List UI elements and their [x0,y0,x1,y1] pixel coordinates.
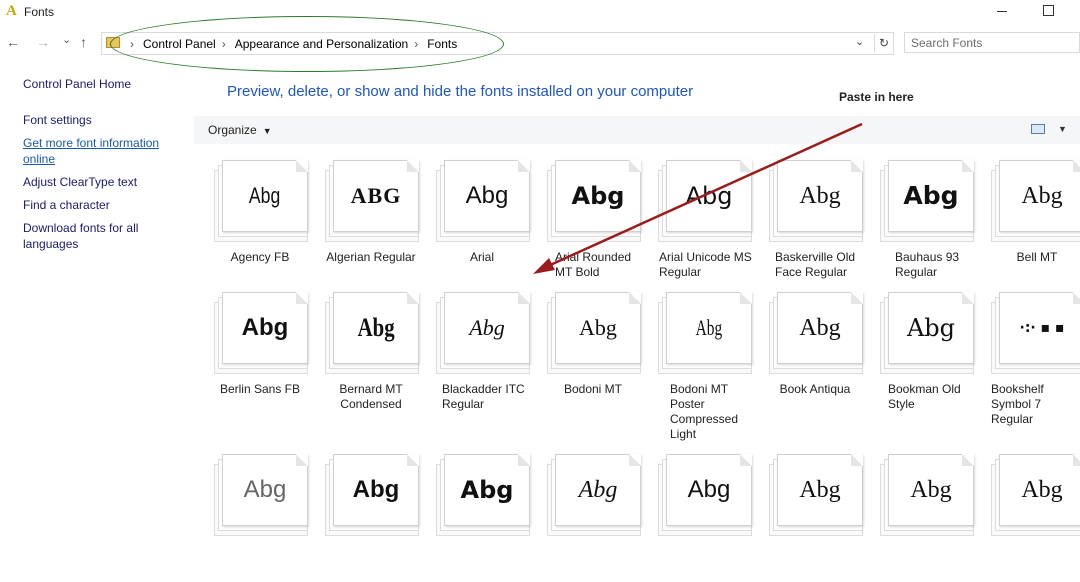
font-tile[interactable]: Abg [987,454,1080,582]
font-preview: Abg [357,313,395,342]
sidebar-link-control-panel-home[interactable]: Control Panel Home [23,76,183,92]
font-preview: Abg [579,315,617,340]
font-preview: ABG [350,183,402,208]
font-preview: Abg [799,183,841,209]
font-name-label: Blackadder ITC Regular [442,382,525,411]
font-preview: Abg [1021,183,1063,209]
font-name-label: Bell MT [1016,250,1058,264]
font-tile[interactable]: Abg Berlin Sans FB [210,292,320,420]
font-name-label: Baskerville Old Face Regular [775,250,856,279]
font-tile[interactable]: ·:· ▪ ▪ Bookshelf Symbol 7 Regular [987,292,1080,426]
command-bar: Organize ▼ ▼ [194,116,1080,144]
font-preview: Abg [906,314,956,342]
font-preview: Abg [799,477,841,503]
font-name-label: Bodoni MT Poster Compressed Light [670,382,739,441]
font-tile[interactable]: Abg Bauhaus 93 Regular [876,160,986,288]
font-tile[interactable]: Abg Arial Unicode MS Regular [654,160,764,288]
font-preview: Abg [460,476,514,504]
window-title: Fonts [24,5,55,19]
font-tile[interactable]: Abg Blackadder ITC Regular [432,292,542,420]
font-preview: Abg [352,476,400,503]
font-tile[interactable]: Abg Arial Rounded MT Bold [543,160,653,288]
forward-arrow-icon[interactable]: → [36,34,50,50]
fonts-app-icon: A [6,3,17,19]
search-input[interactable] [905,33,1079,52]
view-options-chevron-down-icon[interactable]: ▼ [1058,124,1067,134]
page-heading: Preview, delete, or show and hide the fo… [227,83,694,100]
font-preview: Abg [799,315,841,341]
font-name-label: Agency FB [230,250,290,264]
font-preview: Abg [249,183,281,208]
organize-menu-button[interactable]: Organize ▼ [208,123,272,137]
font-preview: Abg [903,181,959,210]
font-preview: Abg [1021,477,1063,503]
chevron-down-icon: ▼ [262,126,272,136]
font-preview: Abg [578,477,618,503]
recent-locations-chevron-icon[interactable]: ⌄ [62,32,71,48]
annotation-ellipse [110,16,504,72]
sidebar-link-more-font-info[interactable]: Get more font information online [23,135,168,167]
title-bar: A Fonts [0,0,1080,24]
font-preview: Abg [685,182,733,210]
font-tile[interactable]: Abg [654,454,764,582]
sidebar-link-adjust-cleartype[interactable]: Adjust ClearType text [23,174,183,190]
font-name-label: Bookman Old Style [888,382,961,411]
font-name-label: Berlin Sans FB [219,382,301,396]
font-tile[interactable]: Abg [321,454,431,582]
sidebar: Control Panel Home Font settings Get mor… [23,76,183,252]
font-tile[interactable]: Abg Bodoni MT Poster Compressed Light [654,292,764,441]
font-name-label: Bauhaus 93 Regular [895,250,960,279]
font-tile[interactable]: Abg [765,454,875,582]
font-preview: Abg [465,182,509,209]
font-tile[interactable]: Abg Baskerville Old Face Regular [765,160,875,288]
maximize-button[interactable] [1043,5,1054,16]
font-preview: Abg [241,314,289,341]
organize-label: Organize [208,123,257,137]
font-preview: ·:· ▪ ▪ [1019,320,1065,336]
font-name-label: Arial Unicode MS Regular [659,250,752,279]
font-preview: Abg [243,476,287,503]
up-arrow-icon[interactable]: ↑ [80,34,87,50]
back-arrow-icon[interactable]: ← [6,34,20,50]
font-preview: Abg [910,477,952,503]
font-preview: Abg [469,315,505,340]
font-tile[interactable]: Abg [210,454,320,582]
search-box[interactable] [904,32,1080,53]
font-preview: Abg [695,315,723,340]
change-view-icon[interactable] [1031,124,1045,134]
paste-annotation-label: Paste in here [839,90,914,104]
font-tile[interactable]: Abg [432,454,542,582]
minimize-button[interactable] [997,11,1007,12]
font-preview: Abg [687,476,731,503]
font-name-label: Bookshelf Symbol 7 Regular [991,382,1044,426]
font-tile[interactable]: Abg [543,454,653,582]
font-name-label: Book Antiqua [779,382,851,396]
refresh-icon[interactable]: ↻ [874,34,893,52]
font-tile[interactable]: ABG Algerian Regular [321,160,431,288]
font-name-label: Arial [469,250,494,264]
font-tile[interactable]: Abg Arial [432,160,542,288]
font-preview: Abg [571,182,625,210]
font-name-label: Bodoni MT [563,382,623,396]
font-tile[interactable]: Abg Bernard MT Condensed [321,292,431,420]
font-name-label: Arial Rounded MT Bold [555,250,632,279]
font-tile[interactable]: Abg Bookman Old Style [876,292,986,420]
font-tile[interactable]: Abg Bodoni MT [543,292,653,420]
font-tile[interactable]: Abg Agency FB [210,160,320,288]
address-dropdown-icon[interactable]: ⌄ [855,35,864,48]
font-tile[interactable]: Abg [876,454,986,582]
sidebar-link-font-settings[interactable]: Font settings [23,112,183,128]
font-name-label: Bernard MT Condensed [339,382,403,411]
font-name-label: Algerian Regular [326,250,416,264]
font-tile[interactable]: Abg Bell MT [987,160,1080,288]
sidebar-link-download-fonts[interactable]: Download fonts for all languages [23,220,158,252]
sidebar-link-find-character[interactable]: Find a character [23,197,183,213]
font-tile[interactable]: Abg Book Antiqua [765,292,875,420]
